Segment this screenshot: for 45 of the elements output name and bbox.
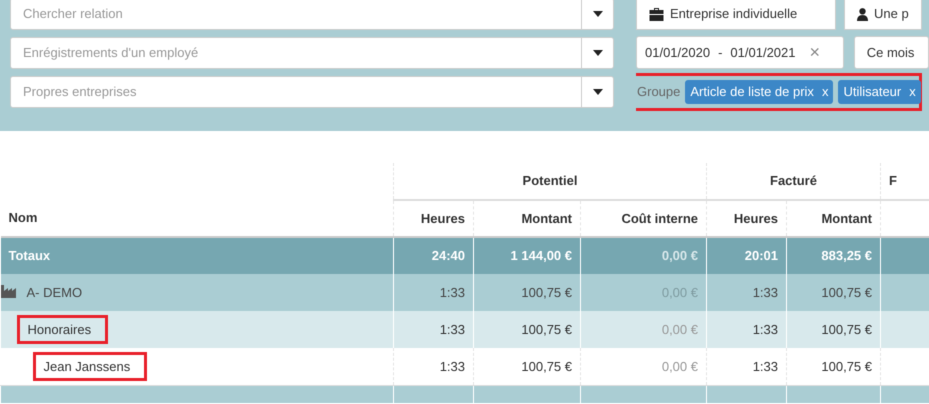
- table-cell: 20:01: [706, 237, 786, 274]
- table-cell: 1:33: [706, 274, 786, 311]
- table-cell: 1:33: [394, 274, 474, 311]
- factory-icon: [0, 284, 16, 298]
- row-name: Honoraires: [16, 314, 108, 344]
- column-group-header: Facturé: [706, 163, 880, 200]
- table-cell: 24:40: [394, 237, 474, 274]
- column-group-header: Potentiel: [394, 163, 706, 200]
- totals-label: Totaux: [0, 237, 394, 274]
- caret-icon: [592, 11, 602, 17]
- start-date: 01/01/2020: [645, 44, 710, 62]
- table-cell: 100,75 €: [786, 274, 880, 311]
- table-cell: 0,00 €: [580, 237, 706, 274]
- date-range-field[interactable]: 01/01/2020 - 01/01/2021 ×: [636, 36, 844, 69]
- table-cell: 1:33: [394, 311, 474, 348]
- caret-icon: [592, 50, 602, 56]
- group-label: Groupe: [637, 83, 680, 101]
- table-cell: 100,75 €: [786, 348, 880, 385]
- group-tag: Utilisateur x: [838, 80, 921, 104]
- column-group-header: F: [880, 163, 929, 200]
- table-cell: 100,75 €: [474, 274, 580, 311]
- group-row-name: A- DEMO: [26, 284, 84, 302]
- clear-button[interactable]: ×: [810, 39, 820, 66]
- remove-button[interactable]: x: [909, 82, 916, 102]
- remove-button[interactable]: x: [822, 82, 828, 102]
- end-date: 01/01/2021: [730, 44, 796, 62]
- table-cell: 100,75 €: [474, 311, 580, 348]
- briefcase-icon: [649, 8, 664, 20]
- table-cell: 1:33: [706, 311, 786, 348]
- table-cell: 100,75 €: [786, 311, 880, 348]
- table-cell: 0,00 €: [580, 348, 706, 385]
- type-button[interactable]: Une p: [844, 0, 922, 30]
- group-tag: Article de liste de prix x: [685, 80, 834, 104]
- table-cell: 883,25 €: [786, 237, 880, 274]
- person-icon: [857, 8, 868, 20]
- type-button[interactable]: Entreprise individuelle: [636, 0, 836, 30]
- period-select[interactable]: Ce mois: [854, 36, 929, 69]
- table-cell: 1:33: [394, 348, 474, 385]
- table-cell: 0,00 €: [580, 311, 706, 348]
- table-cell: 1 144,00 €: [474, 237, 580, 274]
- range-separator: -: [718, 44, 722, 62]
- row-name: Jean Janssens: [32, 352, 148, 381]
- caret-icon: [592, 89, 602, 95]
- table-cell: 100,75 €: [474, 348, 580, 385]
- table-cell: 1:33: [706, 348, 786, 385]
